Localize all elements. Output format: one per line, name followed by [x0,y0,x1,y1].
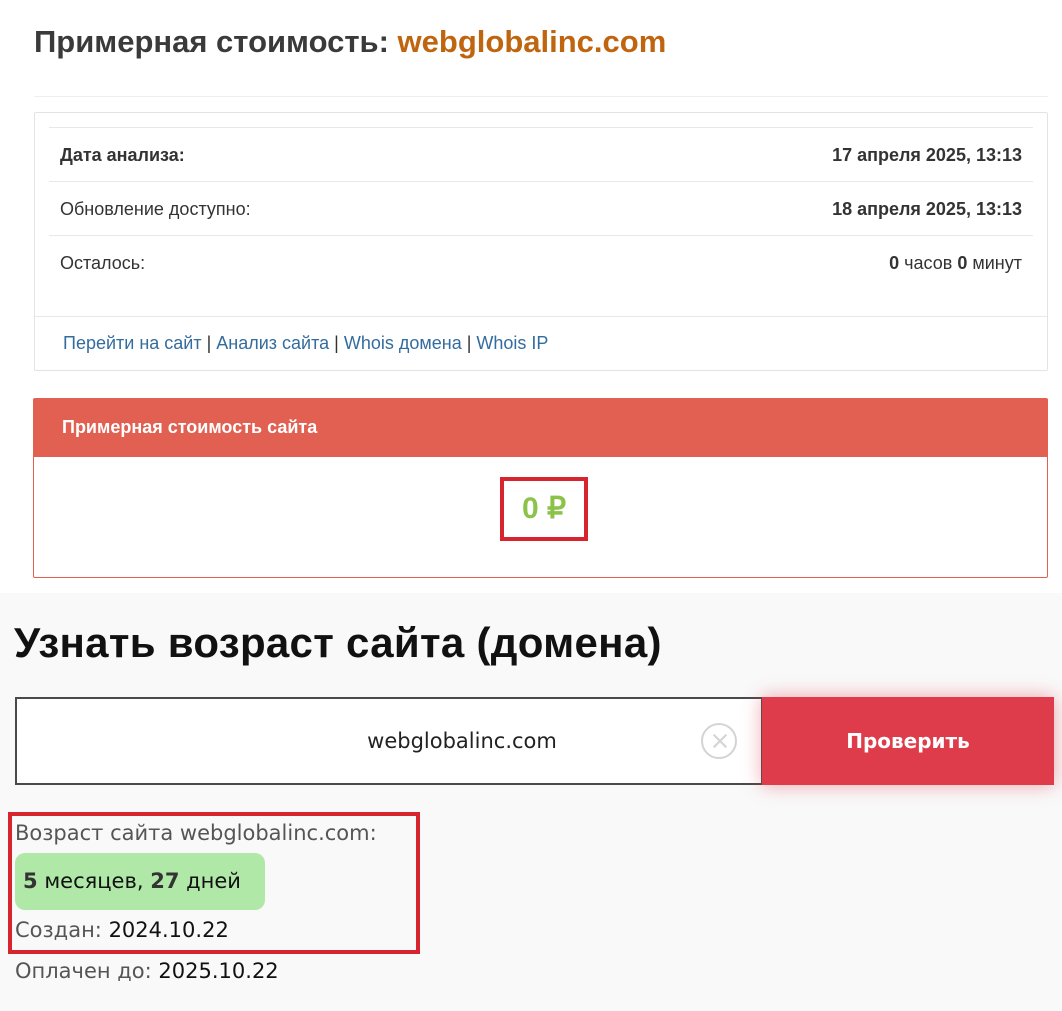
price-value: 0 ₽ [521,492,567,525]
analysis-info-panel: Дата анализа: 17 апреля 2025, 13:13 Обно… [34,112,1048,371]
hours-unit: часов [904,253,953,273]
remaining-hours: 0 [889,253,900,273]
title-divider [34,96,1048,97]
price-panel-header: Примерная стоимость сайта [34,399,1047,457]
age-months: 5 [23,869,38,893]
months-word: месяцев, [44,869,144,893]
domain-search-box [15,697,763,785]
domain-input[interactable] [17,699,697,783]
created-label: Создан: [15,918,102,942]
created-value: 2024.10.22 [108,918,229,942]
price-highlight-box: 0 ₽ [500,477,588,541]
analysis-date-value: 17 апреля 2025, 13:13 [832,145,1022,165]
page-title: Примерная стоимость: webglobalinc.com [34,24,666,60]
valuation-section: Примерная стоимость: webglobalinc.com Да… [0,0,1062,593]
analysis-date-label: Дата анализа: [60,145,185,165]
info-row-update-available: Обновление доступно: 18 апреля 2025, 13:… [49,181,1033,235]
whois-ip-link[interactable]: Whois IP [476,333,548,353]
info-row-remaining: Осталось: 0 часов 0 минут [49,235,1033,289]
remaining-value: 0 часов 0 минут [889,253,1022,274]
site-age-label: Возраст сайта webglobalinc.com: [15,821,377,845]
minutes-unit: минут [972,253,1022,273]
paid-until-label: Оплачен до: [15,959,152,983]
clear-icon[interactable] [701,723,737,759]
title-prefix: Примерная стоимость: [34,24,389,59]
domain-age-section: Узнать возраст сайта (домена) Проверить … [0,593,1062,1011]
check-button[interactable]: Проверить [762,697,1054,785]
paid-until-value: 2025.10.22 [158,959,279,983]
whois-domain-link[interactable]: Whois домена [344,333,462,353]
age-days: 27 [150,869,180,893]
remaining-minutes: 0 [957,253,968,273]
update-available-label: Обновление доступно: [60,199,251,219]
info-row-analysis-date: Дата анализа: 17 апреля 2025, 13:13 [49,127,1033,181]
go-to-site-link[interactable]: Перейти на сайт [63,333,202,353]
link-separator: | [334,333,339,353]
remaining-label: Осталось: [60,253,146,273]
domain-age-title: Узнать возраст сайта (домена) [14,619,662,666]
title-domain: webglobalinc.com [397,24,667,59]
paid-until-line: Оплачен до: 2025.10.22 [15,959,279,983]
site-links: Перейти на сайт | Анализ сайта | Whois домен… [63,333,548,354]
update-available-value: 18 апреля 2025, 13:13 [832,199,1022,219]
age-badge: 5 месяцев, 27 дней [15,853,265,910]
site-analysis-link[interactable]: Анализ сайта [216,333,329,353]
days-word: дней [186,869,241,893]
link-separator: | [466,333,472,353]
price-panel: Примерная стоимость сайта 0 ₽ [33,398,1048,578]
links-divider [35,316,1047,317]
link-separator: | [206,333,212,353]
created-line: Создан: 2024.10.22 [15,918,229,942]
